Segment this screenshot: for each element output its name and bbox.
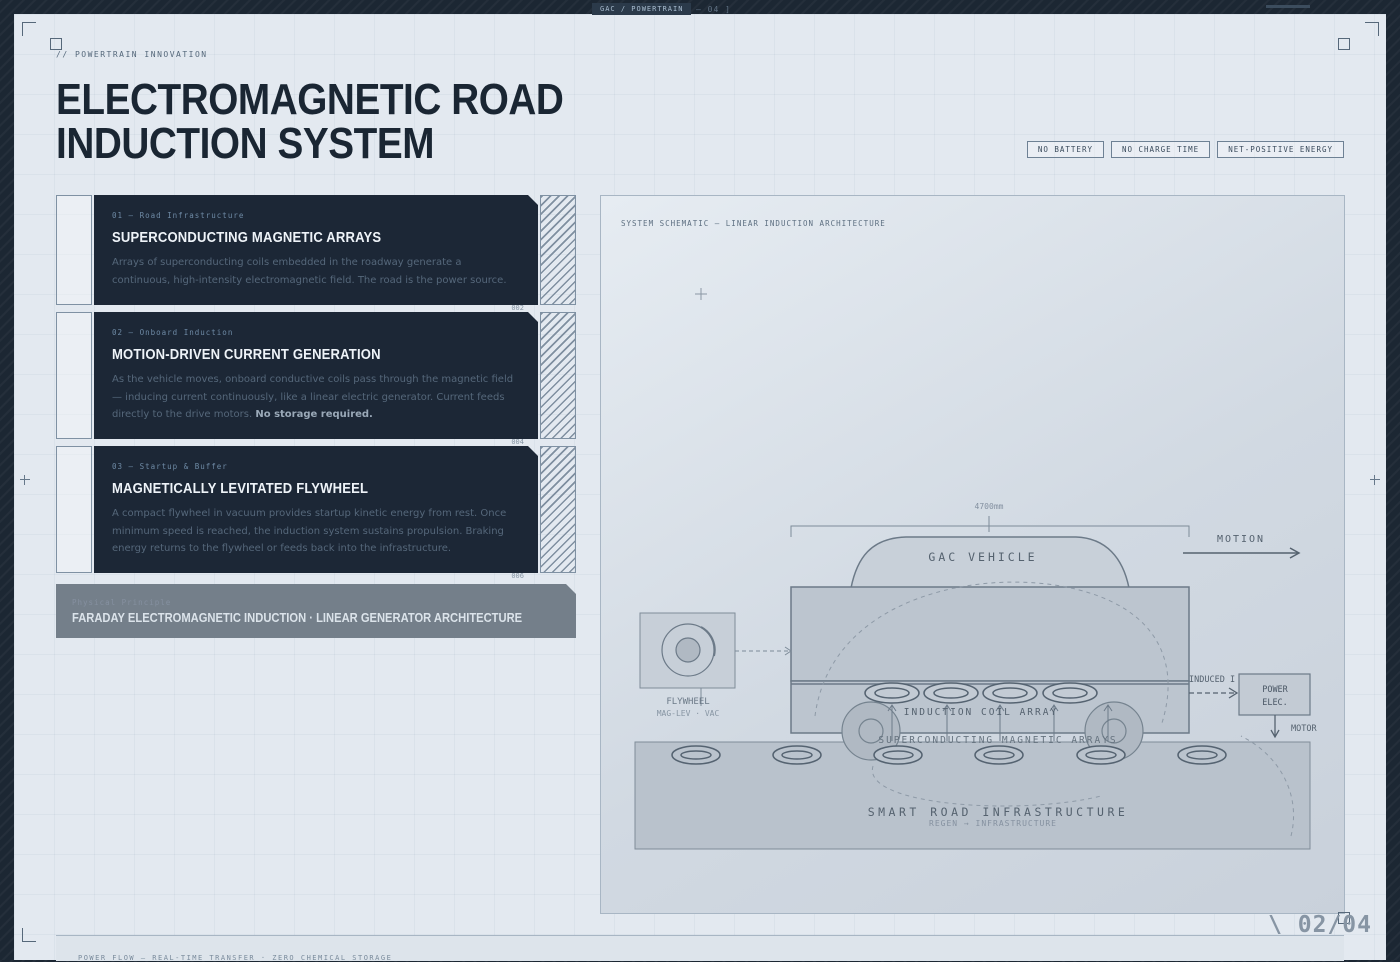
card-hatch-panel [540,195,576,305]
road-sublabel: REGEN → INFRASTRUCTURE [929,819,1057,828]
card-kicker: 01 — Road Infrastructure [112,211,245,220]
feature-tags: NO BATTERY NO CHARGE TIME NET-POSITIVE E… [1026,141,1344,158]
dimension-label: 4700mm [975,502,1004,511]
principle-label: Physical Principle [72,598,172,607]
card-body: 01 — Road Infrastructure SUPERCONDUCTING… [94,195,538,305]
road-label: SMART ROAD INFRASTRUCTURE [868,805,1129,819]
card-body: 02 — Onboard Induction MOTION-DRIVEN CUR… [94,312,538,439]
card-description: A compact flywheel in vacuum provides st… [112,508,507,554]
page-title-line-2: INDUCTION SYSTEM [56,119,435,168]
card-description: Arrays of superconducting coils embedded… [112,257,507,286]
feature-card-3[interactable]: 03 — Startup & Buffer MAGNETICALLY LEVIT… [56,446,576,580]
card-body: 03 — Startup & Buffer MAGNETICALLY LEVIT… [94,446,538,573]
corner-square-right [1338,38,1350,50]
card-stub [56,195,92,305]
top-nav-index: — 04 ] [696,5,731,14]
footer-text: POWER FLOW — REAL-TIME TRANSFER · ZERO C… [78,954,393,962]
tag-no-battery: NO BATTERY [1026,141,1104,158]
system-schematic: SYSTEM SCHEMATIC — LINEAR INDUCTION ARCH… [600,195,1345,914]
card-kicker: 02 — Onboard Induction [112,328,234,337]
card-title: SUPERCONDUCTING MAGNETIC ARRAYS [112,230,382,246]
motion-label: MOTION [1217,534,1265,545]
card-title: MOTION-DRIVEN CURRENT GENERATION [112,347,381,363]
card-description-emphasis: No storage required. [255,409,373,420]
feature-card-1[interactable]: 01 — Road Infrastructure SUPERCONDUCTING… [56,195,576,312]
card-number: 006 [511,572,524,580]
principle-banner: Physical Principle FARADAY ELECTROMAGNET… [56,584,576,638]
page-title: ELECTROMAGNETIC ROAD INDUCTION SYSTEM [56,75,564,168]
footer-bar: POWER FLOW — REAL-TIME TRANSFER · ZERO C… [56,935,1344,962]
vehicle-label: GAC VEHICLE [928,550,1037,564]
corner-bracket-top-right [1365,22,1379,36]
coil-array-label: INDUCTION COIL ARRAY [904,707,1058,718]
crosshair-right-icon [1370,475,1380,485]
top-progress-bar [1266,5,1310,8]
card-title: MAGNETICALLY LEVITATED FLYWHEEL [112,481,369,497]
vehicle-body [790,586,1190,682]
card-number: 004 [511,438,524,446]
corner-bracket-top-left [22,22,36,36]
card-kicker: 03 — Startup & Buffer [112,462,228,471]
card-hatch-panel [540,312,576,439]
tag-net-positive-energy: NET-POSITIVE ENERGY [1217,141,1344,158]
corner-bracket-bottom-left [22,928,36,942]
crosshair-left-icon [20,475,30,485]
power-electronics-label-2: ELEC. [1262,698,1288,708]
induced-current-label: INDUCED I [1189,675,1235,685]
section-eyebrow: // POWERTRAIN INNOVATION [56,50,208,59]
flywheel-label: FLYWHEEL [666,697,709,707]
card-hatch-panel [540,446,576,573]
power-electronics-label-1: POWER [1262,685,1288,695]
flywheel-sublabel: MAG-LEV · VAC [657,709,720,718]
motor-label: MOTOR [1291,724,1317,734]
top-nav-label[interactable]: GAC / POWERTRAIN [592,3,692,15]
card-number: 002 [511,304,524,312]
tag-no-charge-time: NO CHARGE TIME [1110,141,1211,158]
page-title-line-1: ELECTROMAGNETIC ROAD [56,75,564,124]
feature-card-2[interactable]: 02 — Onboard Induction MOTION-DRIVEN CUR… [56,312,576,446]
card-stub [56,312,92,439]
magnetic-arrays-label: SUPERCONDUCTING MAGNETIC ARRAYS [878,735,1117,746]
corner-square-left [50,38,62,50]
schematic-diagram: 4700mm GAC VEHICLE MOTION FLYWHEEL MAG-L… [634,288,1317,850]
card-description: As the vehicle moves, onboard conductive… [112,374,514,420]
card-stub [56,446,92,573]
principle-text: FARADAY ELECTROMAGNETIC INDUCTION · LINE… [72,610,523,625]
